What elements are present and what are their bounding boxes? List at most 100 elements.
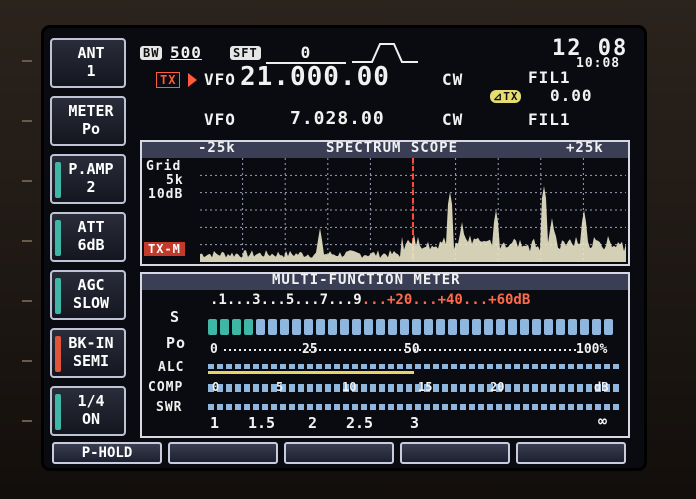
button-indicator xyxy=(55,162,61,198)
preamp-button[interactable]: P.AMP 2 xyxy=(50,154,126,204)
swr-meter-bar xyxy=(208,404,619,410)
alc-segment xyxy=(253,364,259,369)
po-scale-dot xyxy=(519,349,521,351)
comp-tick: 10 xyxy=(342,380,357,394)
alc-segment xyxy=(415,364,421,369)
att-button[interactable]: ATT 6dB xyxy=(50,212,126,262)
p-hold-button[interactable]: P-HOLD xyxy=(52,442,162,464)
bk-in-button[interactable]: BK-IN SEMI xyxy=(50,328,126,378)
alc-segment xyxy=(442,364,448,369)
alc-segment xyxy=(334,364,340,369)
meter-button[interactable]: METER Po xyxy=(50,96,126,146)
po-scale-dot xyxy=(484,349,486,351)
bottom-button-3[interactable] xyxy=(284,442,394,464)
comp-segment xyxy=(568,384,574,392)
comp-segment xyxy=(316,384,322,392)
po-scale-dot xyxy=(329,349,331,351)
swr-segment xyxy=(388,404,394,410)
bottom-button-2[interactable] xyxy=(168,442,278,464)
swr-segment xyxy=(208,404,214,410)
passband-icon xyxy=(352,43,418,63)
s-meter-segment xyxy=(436,319,445,335)
button-line2: SLOW xyxy=(72,294,110,312)
s-meter-segment xyxy=(520,319,529,335)
alc-segment xyxy=(487,364,493,369)
swr-segment xyxy=(325,404,331,410)
swr-segment xyxy=(253,404,259,410)
alc-segment xyxy=(217,364,223,369)
comp-segment xyxy=(523,384,529,392)
bezel-tick xyxy=(22,240,32,242)
swr-tick: 2.5 xyxy=(346,414,374,432)
po-scale-dot xyxy=(389,349,391,351)
s-meter-segment xyxy=(460,319,469,335)
main-vfo-frequency[interactable]: 21.000.00 xyxy=(240,62,390,92)
swr-segment xyxy=(550,404,556,410)
alc-segment xyxy=(568,364,574,369)
sft-value: 0 xyxy=(266,43,346,64)
alc-segment xyxy=(307,364,313,369)
swr-segment xyxy=(343,404,349,410)
quarter-button[interactable]: 1/4 ON xyxy=(50,386,126,436)
alc-segment xyxy=(514,364,520,369)
alc-segment xyxy=(235,364,241,369)
tx-badge: TX xyxy=(156,72,181,88)
po-scale-dot xyxy=(459,349,461,351)
po-scale-dot xyxy=(379,349,381,351)
s-meter-segment xyxy=(604,319,613,335)
swr-segment xyxy=(361,404,367,410)
po-scale-dot xyxy=(359,349,361,351)
button-indicator xyxy=(55,336,61,372)
alc-segment xyxy=(244,364,250,369)
po-scale-dot xyxy=(439,349,441,351)
alc-segment xyxy=(478,364,484,369)
po-scale-dot xyxy=(234,349,236,351)
s-meter-segment xyxy=(580,319,589,335)
swr-segment xyxy=(415,404,421,410)
po-scale-dot xyxy=(434,349,436,351)
po-scale-dot xyxy=(534,349,536,351)
swr-segment xyxy=(406,404,412,410)
swr-segment xyxy=(514,404,520,410)
comp-segment xyxy=(253,384,259,392)
po-scale-dot xyxy=(499,349,501,351)
comp-segment xyxy=(550,384,556,392)
s-scale-white: .1...3...5...7...9 xyxy=(210,292,362,308)
bottom-button-4[interactable] xyxy=(400,442,510,464)
bottom-button-5[interactable] xyxy=(516,442,626,464)
po-scale-dot xyxy=(554,349,556,351)
swr-segment xyxy=(244,404,250,410)
comp-segment xyxy=(469,384,475,392)
swr-segment xyxy=(226,404,232,410)
swr-segment xyxy=(505,404,511,410)
s-meter-segment xyxy=(376,319,385,335)
alc-segment xyxy=(433,364,439,369)
swr-segment xyxy=(586,404,592,410)
po-scale-dot xyxy=(464,349,466,351)
po-scale-dot xyxy=(424,349,426,351)
agc-button[interactable]: AGC SLOW xyxy=(50,270,126,320)
comp-segment xyxy=(505,384,511,392)
button-line2: 1 xyxy=(86,62,96,80)
comp-label: COMP xyxy=(148,380,184,395)
alc-segment xyxy=(316,364,322,369)
s-meter-segment xyxy=(232,319,241,335)
button-indicator xyxy=(55,220,61,256)
comp-segment xyxy=(577,384,583,392)
alc-segment xyxy=(595,364,601,369)
s-meter-segment xyxy=(304,319,313,335)
po-scale-dot xyxy=(474,349,476,351)
po-scale-dot xyxy=(469,349,471,351)
sub-vfo-frequency[interactable]: 7.028.00 xyxy=(290,108,385,129)
po-scale-dot xyxy=(454,349,456,351)
alc-segment xyxy=(352,364,358,369)
alc-segment xyxy=(325,364,331,369)
po-scale-dot xyxy=(224,349,226,351)
po-scale-dot xyxy=(339,349,341,351)
po-scale-dot xyxy=(494,349,496,351)
po-scale-dot xyxy=(319,349,321,351)
swr-segment xyxy=(523,404,529,410)
ant-button[interactable]: ANT 1 xyxy=(50,38,126,88)
swr-segment xyxy=(316,404,322,410)
bw-value: 500 xyxy=(170,43,202,62)
